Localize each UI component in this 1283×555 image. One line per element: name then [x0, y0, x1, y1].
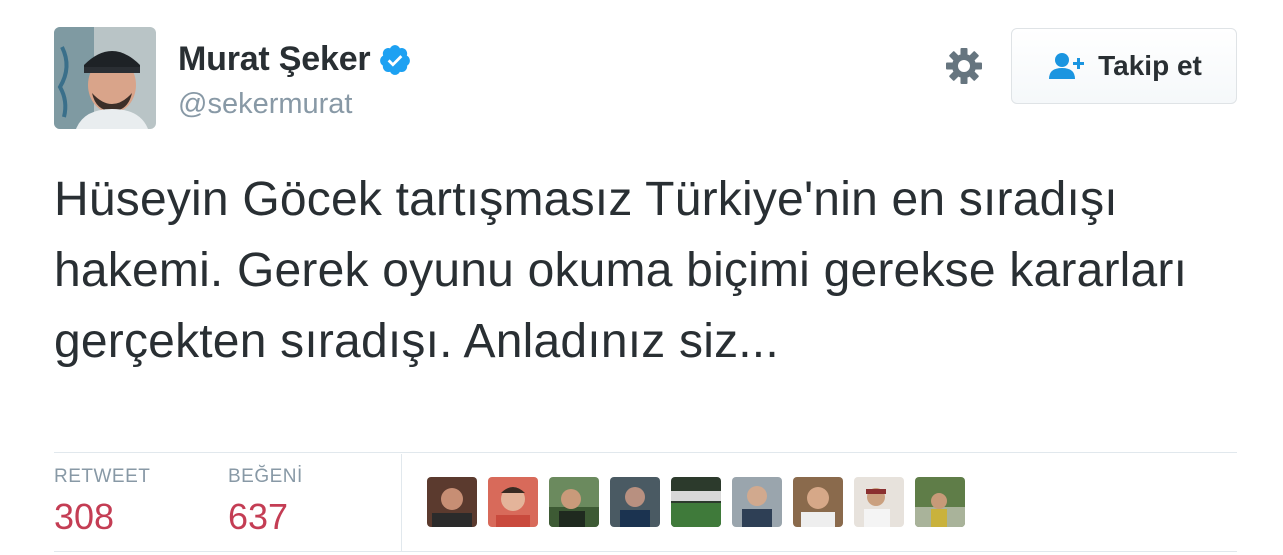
- retweet-label: RETWEET: [54, 466, 151, 487]
- likers-avatar-list: [427, 477, 965, 527]
- gear-icon[interactable]: [942, 44, 986, 88]
- like-count: 637: [228, 496, 289, 537]
- liker-avatar[interactable]: [488, 477, 538, 527]
- liker-avatar[interactable]: [915, 477, 965, 527]
- author-avatar[interactable]: [54, 27, 156, 129]
- stats-separator: [401, 454, 402, 551]
- like-label: BEĞENİ: [228, 466, 303, 487]
- author-name-row[interactable]: Murat Şeker: [178, 40, 412, 79]
- verified-badge-icon: [380, 44, 411, 75]
- liker-avatar[interactable]: [732, 477, 782, 527]
- author-name[interactable]: Murat Şeker: [178, 40, 371, 79]
- follow-button-label: Takip et: [1098, 50, 1202, 81]
- retweet-count: 308: [54, 496, 115, 537]
- liker-avatar[interactable]: [793, 477, 843, 527]
- stats-top-divider: [54, 452, 1237, 453]
- liker-avatar[interactable]: [427, 477, 477, 527]
- retweet-stat[interactable]: RETWEET 308: [54, 466, 150, 538]
- stats-bottom-divider: [54, 551, 1237, 552]
- tweet-text: Hüseyin Göcek tartışmasız Türkiye'nin en…: [54, 173, 1188, 368]
- liker-avatar[interactable]: [854, 477, 904, 527]
- liker-avatar[interactable]: [671, 477, 721, 527]
- like-stat[interactable]: BEĞENİ 637: [228, 466, 303, 538]
- follow-user-plus-icon: [1049, 53, 1085, 79]
- follow-button[interactable]: Takip et: [1011, 28, 1237, 104]
- liker-avatar[interactable]: [549, 477, 599, 527]
- author-handle[interactable]: @sekermurat: [178, 88, 352, 121]
- liker-avatar[interactable]: [610, 477, 660, 527]
